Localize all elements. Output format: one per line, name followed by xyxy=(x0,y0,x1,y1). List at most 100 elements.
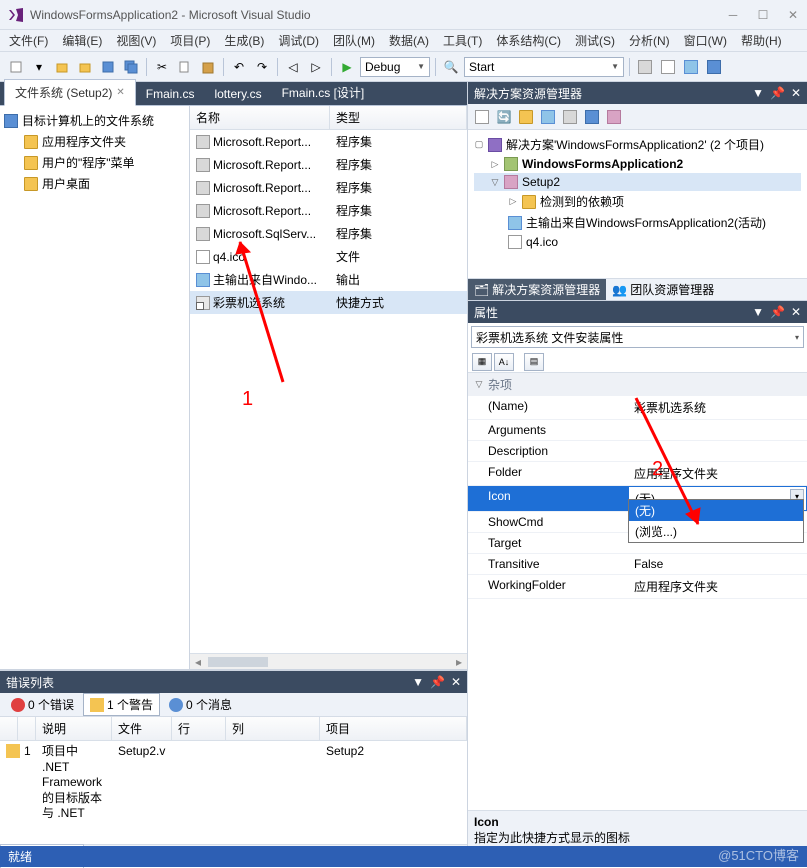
cut-icon[interactable]: ✂ xyxy=(152,57,172,77)
scrollbar-h[interactable]: ◂▸ xyxy=(190,653,467,669)
filter-errors[interactable]: 0 个错误 xyxy=(4,693,81,716)
setab-solution[interactable]: 🗂解决方案资源管理器 xyxy=(468,279,606,300)
save-icon[interactable] xyxy=(98,57,118,77)
se-diagram-icon[interactable] xyxy=(604,107,624,127)
col-desc[interactable]: 说明 xyxy=(36,717,112,740)
fs-tree[interactable]: 目标计算机上的文件系统 应用程序文件夹 用户的"程序"菜单 用户桌面 xyxy=(0,106,190,669)
col-name[interactable]: 名称 xyxy=(190,106,330,129)
fs-row[interactable]: Microsoft.Report...程序集 xyxy=(190,199,467,222)
menu-test[interactable]: 测试(S) xyxy=(570,30,620,51)
prop-row-name[interactable]: (Name)彩票机选系统 xyxy=(468,396,807,420)
dropdown-item[interactable]: (无) xyxy=(629,500,803,521)
alphabetical-icon[interactable]: A↓ xyxy=(494,353,514,371)
config-combo[interactable]: Debug▼ xyxy=(360,57,430,77)
fs-row[interactable]: Microsoft.SqlServ...程序集 xyxy=(190,222,467,245)
close-icon[interactable]: ✕ xyxy=(791,86,801,100)
redo-icon[interactable]: ↷ xyxy=(252,57,272,77)
minimize-button[interactable]: ─ xyxy=(727,8,739,22)
nav-back-icon[interactable]: ◁ xyxy=(283,57,303,77)
paste-icon[interactable] xyxy=(198,57,218,77)
tab-fmain[interactable]: Fmain.cs xyxy=(136,83,205,105)
categorized-icon[interactable]: ▦ xyxy=(472,353,492,371)
col-line[interactable]: 行 xyxy=(172,717,226,740)
new-project-icon[interactable] xyxy=(6,57,26,77)
fs-root-node[interactable]: 目标计算机上的文件系统 xyxy=(4,110,185,131)
dropdown-item[interactable]: (浏览...) xyxy=(629,521,803,542)
close-icon[interactable]: ✕ xyxy=(451,675,461,689)
props-category[interactable]: ▽杂项 xyxy=(468,373,807,396)
fs-row[interactable]: Microsoft.Report...程序集 xyxy=(190,153,467,176)
filter-warnings[interactable]: 1 个警告 xyxy=(83,693,160,716)
menu-analyze[interactable]: 分析(N) xyxy=(624,30,675,51)
prop-row-arguments[interactable]: Arguments xyxy=(468,420,807,441)
pin-icon[interactable]: 📌 xyxy=(770,305,785,319)
fs-row[interactable]: Microsoft.Report...程序集 xyxy=(190,130,467,153)
maximize-button[interactable]: ☐ xyxy=(757,8,769,22)
col-col[interactable]: 列 xyxy=(226,717,320,740)
menu-help[interactable]: 帮助(H) xyxy=(736,30,787,51)
tb-icon-2[interactable] xyxy=(658,57,678,77)
fs-row[interactable]: q4.ico文件 xyxy=(190,245,467,268)
se-properties-icon[interactable] xyxy=(538,107,558,127)
add-item-icon[interactable] xyxy=(52,57,72,77)
sol-root[interactable]: ▢解决方案'WindowsFormsApplication2' (2 个项目) xyxy=(474,134,801,155)
sol-deps[interactable]: ▷检测到的依赖项 xyxy=(474,191,801,212)
se-view-icon[interactable] xyxy=(582,107,602,127)
prop-row-transitive[interactable]: TransitiveFalse xyxy=(468,554,807,575)
prop-row-workingfolder[interactable]: WorkingFolder应用程序文件夹 xyxy=(468,575,807,599)
menu-team[interactable]: 团队(M) xyxy=(328,30,380,51)
se-refresh-icon[interactable]: 🔄 xyxy=(494,107,514,127)
close-button[interactable]: ✕ xyxy=(787,8,799,22)
props-object-combo[interactable]: 彩票机选系统 文件安装属性▾ xyxy=(471,326,804,348)
save-all-icon[interactable] xyxy=(121,57,141,77)
sol-proj1[interactable]: ▷WindowsFormsApplication2 xyxy=(474,155,801,173)
sol-proj2[interactable]: ▽Setup2 xyxy=(474,173,801,191)
tb-icon-1[interactable] xyxy=(635,57,655,77)
se-home-icon[interactable] xyxy=(472,107,492,127)
prop-row-folder[interactable]: Folder应用程序文件夹 xyxy=(468,462,807,486)
pin-icon[interactable]: 📌 xyxy=(430,675,445,689)
se-code-icon[interactable] xyxy=(560,107,580,127)
sol-output[interactable]: 主输出来自WindowsFormsApplication2(活动) xyxy=(474,212,801,233)
menu-data[interactable]: 数据(A) xyxy=(384,30,434,51)
menu-edit[interactable]: 编辑(E) xyxy=(57,30,107,51)
new-item-icon[interactable]: ▾ xyxy=(29,57,49,77)
fs-row[interactable]: 主输出来自Windo...输出 xyxy=(190,268,467,291)
sol-ico[interactable]: q4.ico xyxy=(474,233,801,251)
tab-filesystem[interactable]: 文件系统 (Setup2)✕ xyxy=(4,79,136,106)
property-pages-icon[interactable]: ▤ xyxy=(524,353,544,371)
menu-project[interactable]: 项目(P) xyxy=(165,30,215,51)
tab-lottery[interactable]: lottery.cs xyxy=(204,83,271,105)
close-icon[interactable]: ✕ xyxy=(116,87,124,98)
nav-fwd-icon[interactable]: ▷ xyxy=(306,57,326,77)
menu-build[interactable]: 生成(B) xyxy=(219,30,269,51)
dropdown-icon[interactable]: ▼ xyxy=(752,86,764,100)
icon-dropdown[interactable]: (无)(浏览...) xyxy=(628,499,804,543)
tb-icon-3[interactable] xyxy=(681,57,701,77)
fs-row[interactable]: 彩票机选系统快捷方式 xyxy=(190,291,467,314)
prop-row-description[interactable]: Description xyxy=(468,441,807,462)
col-file[interactable]: 文件 xyxy=(112,717,172,740)
copy-icon[interactable] xyxy=(175,57,195,77)
close-icon[interactable]: ✕ xyxy=(791,305,801,319)
pin-icon[interactable]: 📌 xyxy=(770,86,785,100)
menu-debug[interactable]: 调试(D) xyxy=(273,30,324,51)
se-showall-icon[interactable] xyxy=(516,107,536,127)
fs-row[interactable]: Microsoft.Report...程序集 xyxy=(190,176,467,199)
menu-window[interactable]: 窗口(W) xyxy=(679,30,732,51)
dropdown-icon[interactable]: ▼ xyxy=(752,305,764,319)
menu-file[interactable]: 文件(F) xyxy=(4,30,53,51)
open-icon[interactable] xyxy=(75,57,95,77)
col-proj[interactable]: 项目 xyxy=(320,717,467,740)
fs-folder-app[interactable]: 应用程序文件夹 xyxy=(4,131,185,152)
menu-arch[interactable]: 体系结构(C) xyxy=(491,30,566,51)
tb-icon-4[interactable] xyxy=(704,57,724,77)
menu-view[interactable]: 视图(V) xyxy=(111,30,161,51)
find-icon[interactable]: 🔍 xyxy=(441,57,461,77)
fs-folder-programs[interactable]: 用户的"程序"菜单 xyxy=(4,152,185,173)
dropdown-icon[interactable]: ▼ xyxy=(412,675,424,689)
tab-fmain-design[interactable]: Fmain.cs [设计] xyxy=(272,80,375,105)
menu-tools[interactable]: 工具(T) xyxy=(438,30,487,51)
platform-combo[interactable]: Start▼ xyxy=(464,57,624,77)
setab-team[interactable]: 👥团队资源管理器 xyxy=(606,279,720,300)
